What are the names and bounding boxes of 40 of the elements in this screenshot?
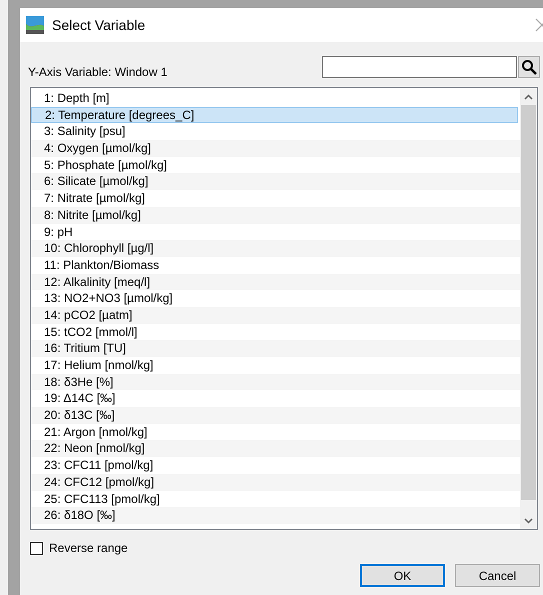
list-item[interactable]: 25: CFC113 [pmol/kg] [31, 490, 520, 508]
list-item[interactable]: 26: δ18O [‰] [31, 507, 520, 524]
list-item[interactable]: 2: Temperature [degrees_C] [31, 106, 518, 124]
app-icon [26, 16, 44, 34]
list-item[interactable]: 10: Chlorophyll [µg/l] [31, 240, 520, 257]
list-item[interactable]: 3: Salinity [psu] [31, 123, 520, 140]
list-item[interactable]: 4: Oxygen [µmol/kg] [31, 140, 520, 157]
list-item[interactable]: 23: CFC11 [pmol/kg] [31, 457, 520, 474]
field-label: Y-Axis Variable: Window 1 [28, 65, 168, 79]
scroll-up-icon[interactable] [524, 94, 533, 100]
ok-button[interactable]: OK [360, 564, 445, 587]
scrollbar[interactable] [520, 88, 537, 529]
list-item[interactable]: 21: Argon [nmol/kg] [31, 424, 520, 440]
list-item[interactable]: 1: Depth [m] [31, 90, 520, 107]
search-field[interactable] [322, 56, 517, 78]
checkbox[interactable] [30, 542, 43, 554]
list-item[interactable]: 24: CFC12 [pmol/kg] [31, 474, 520, 490]
scroll-down-icon[interactable] [524, 518, 533, 524]
list-item[interactable]: 8: Nitrite [µmol/kg] [31, 206, 520, 224]
list-item[interactable]: 9: pH [31, 224, 520, 240]
checkbox-label: Reverse range [49, 541, 128, 555]
list-item[interactable]: 18: δ3He [%] [31, 374, 520, 390]
list-item[interactable]: 19: Δ14C [‰] [31, 390, 520, 408]
list-item[interactable]: 14: pCO2 [µatm] [31, 306, 520, 324]
list-item[interactable]: 12: Alkalinity [meq/l] [31, 274, 520, 290]
list-item[interactable]: 22: Neon [nmol/kg] [31, 440, 520, 458]
list-item[interactable]: 5: Phosphate [µmol/kg] [31, 156, 520, 174]
list-item[interactable]: 16: Tritium [TU] [31, 340, 520, 357]
cancel-button[interactable]: Cancel [455, 564, 540, 587]
list-item[interactable]: 15: tCO2 [mmol/l] [31, 324, 520, 340]
list-item[interactable]: 6: Silicate [µmol/kg] [31, 173, 520, 190]
list-item[interactable]: 13: NO2+NO3 [µmol/kg] [31, 290, 520, 307]
list-item[interactable]: 20: δ13C [‰] [31, 407, 520, 424]
list-item[interactable]: 17: Helium [nmol/kg] [31, 357, 520, 374]
window-title: Select Variable [52, 17, 146, 33]
search-icon [521, 59, 537, 75]
list-item[interactable]: 7: Nitrate [µmol/kg] [31, 190, 520, 207]
search-button[interactable] [518, 56, 540, 78]
scroll-thumb[interactable] [521, 105, 536, 500]
list-item[interactable]: 11: Plankton/Biomass [31, 256, 520, 274]
